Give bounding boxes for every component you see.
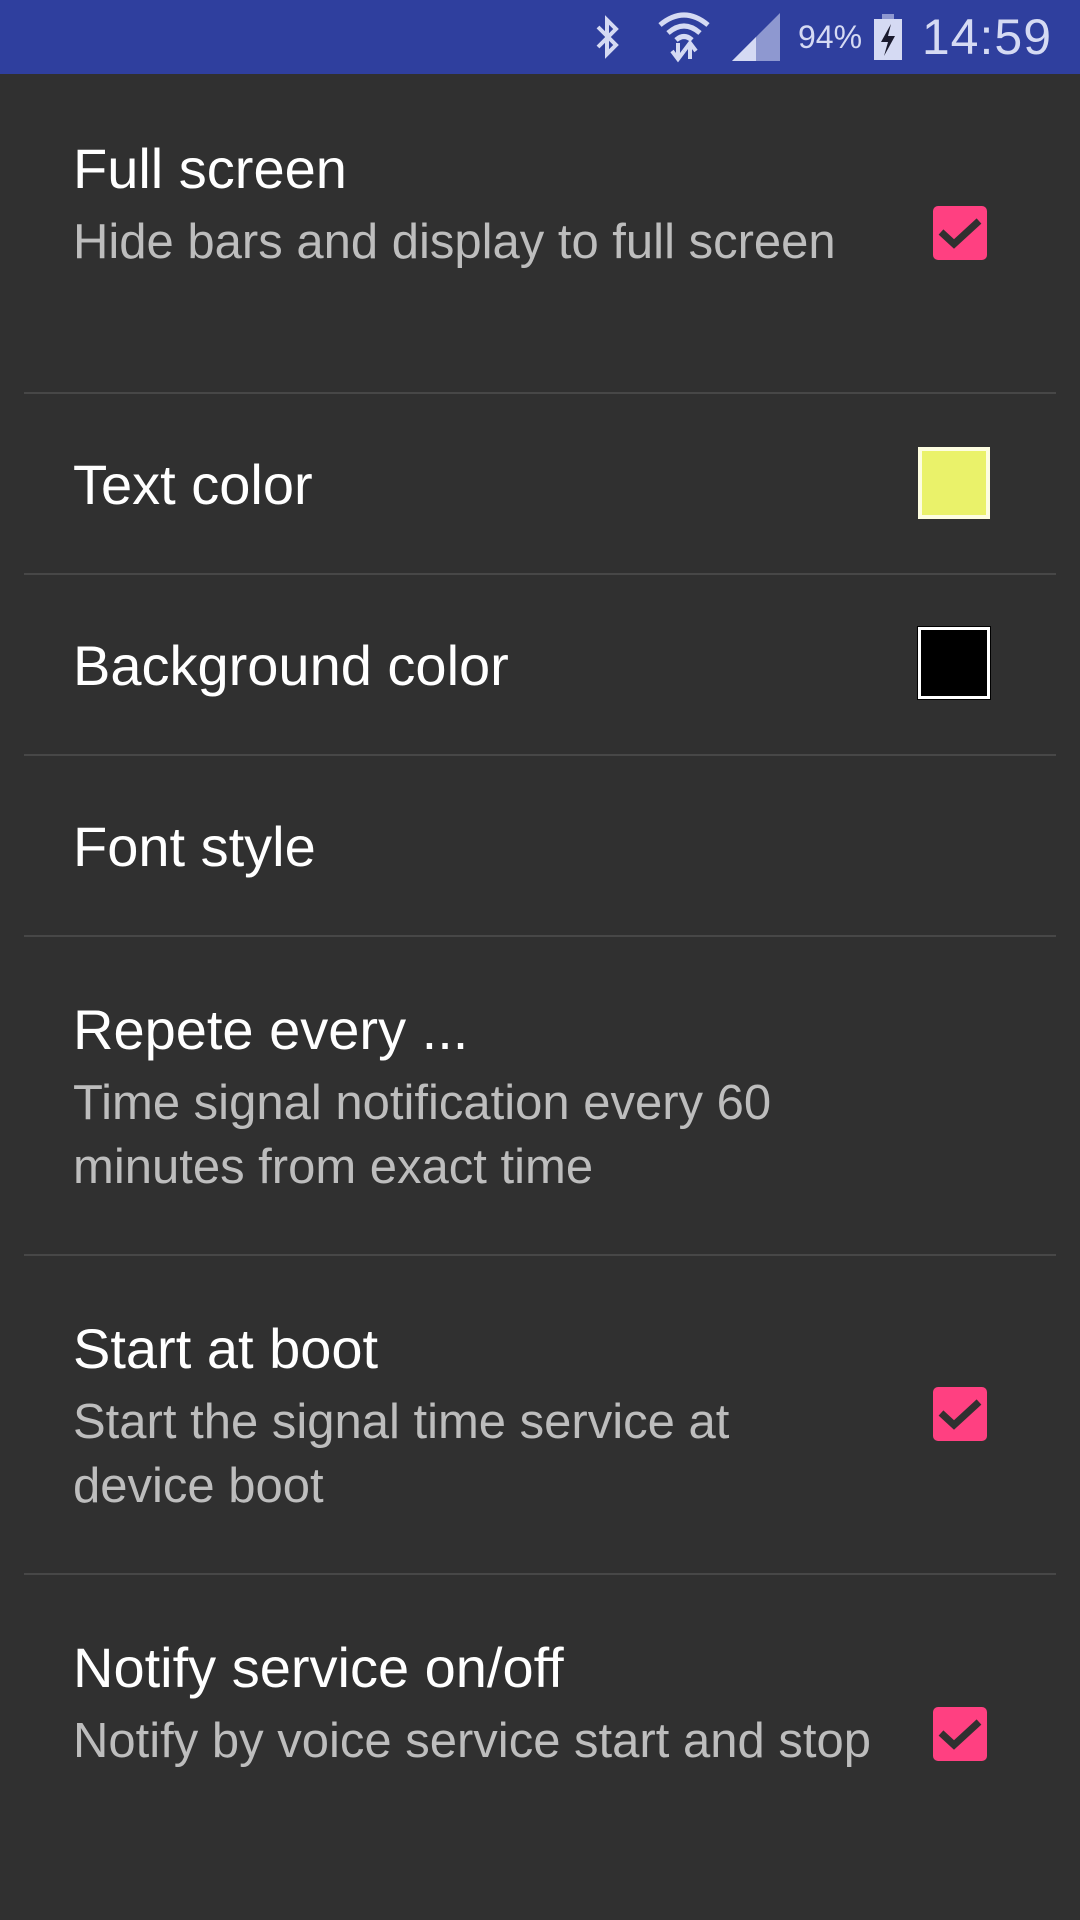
pref-title: Repete every ... bbox=[73, 998, 469, 1061]
pref-title: Text color bbox=[73, 453, 313, 516]
pref-title: Start at boot bbox=[73, 1317, 379, 1380]
full-screen-checkbox[interactable] bbox=[933, 206, 987, 260]
pref-title: Full screen bbox=[73, 137, 347, 200]
pref-title: Font style bbox=[73, 815, 316, 878]
pref-full-screen[interactable]: Full screen Hide bars and display to ful… bbox=[0, 74, 1080, 392]
pref-background-color[interactable]: Background color bbox=[0, 575, 1080, 754]
text-color-swatch[interactable] bbox=[918, 447, 990, 519]
pref-summary: Hide bars and display to full screen bbox=[73, 215, 836, 269]
pref-font-style[interactable]: Font style bbox=[0, 756, 1080, 935]
background-color-swatch[interactable] bbox=[917, 626, 991, 700]
pref-notify-service[interactable]: Notify service on/off Notify by voice se… bbox=[0, 1575, 1080, 1920]
pref-title: Background color bbox=[73, 634, 509, 697]
pref-summary: Time signal notification every 60 minute… bbox=[73, 1076, 772, 1194]
cellular-signal-icon bbox=[730, 0, 782, 74]
checkmark-icon bbox=[938, 218, 982, 249]
pref-repeat-every[interactable]: Repete every ... Time signal notificatio… bbox=[0, 937, 1080, 1254]
clock: 14:59 bbox=[921, 9, 1052, 65]
battery-percent: 94% bbox=[798, 18, 863, 55]
start-at-boot-checkbox[interactable] bbox=[933, 1387, 987, 1441]
pref-summary: Notify by voice service start and stop bbox=[73, 1714, 871, 1768]
notify-service-checkbox[interactable] bbox=[933, 1707, 987, 1761]
pref-summary: Start the signal time service at device … bbox=[73, 1395, 730, 1513]
checkmark-icon bbox=[938, 1719, 982, 1750]
status-bar: 94% 14:59 bbox=[0, 0, 1080, 74]
checkmark-icon bbox=[938, 1399, 982, 1430]
pref-title: Notify service on/off bbox=[73, 1636, 564, 1699]
pref-start-at-boot[interactable]: Start at boot Start the signal time serv… bbox=[0, 1256, 1080, 1573]
pref-text-color[interactable]: Text color bbox=[0, 394, 1080, 573]
battery-charging-icon bbox=[872, 0, 904, 74]
bluetooth-icon bbox=[590, 0, 626, 74]
wifi-data-icon bbox=[656, 0, 712, 74]
